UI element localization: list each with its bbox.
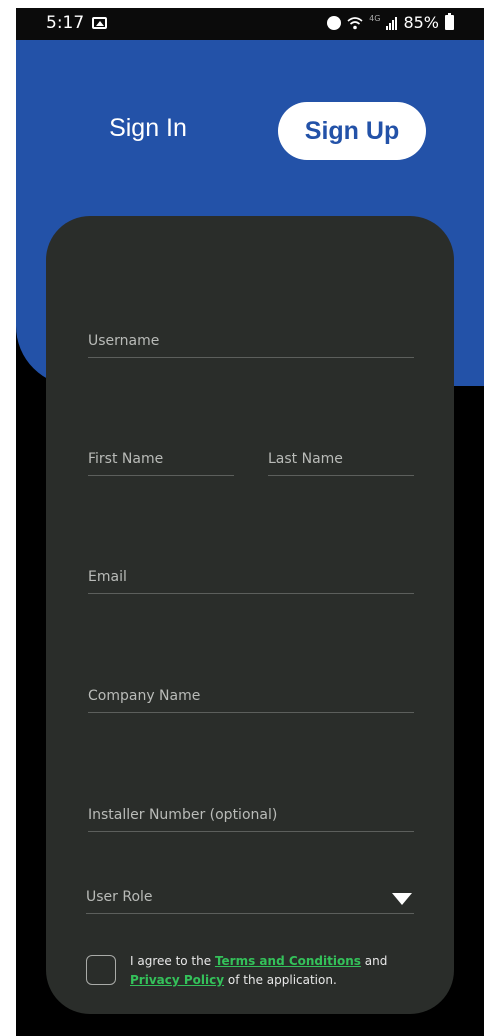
terms-agreement-text: I agree to the Terms and Conditions and … [130, 952, 436, 990]
username-field[interactable]: Username [88, 310, 414, 358]
installer-number-placeholder: Installer Number (optional) [88, 807, 278, 823]
tab-sign-up[interactable]: Sign Up [278, 102, 426, 160]
agree-prefix: I agree to the [130, 954, 215, 968]
status-time: 5:17 [46, 13, 85, 33]
dropdown-arrow-icon[interactable] [392, 893, 412, 905]
status-indicators: 4G 85% [327, 13, 454, 32]
username-placeholder: Username [88, 333, 160, 349]
signal-strength-icon [386, 16, 398, 30]
user-role-select[interactable]: User Role [86, 868, 414, 914]
terms-checkbox[interactable] [86, 955, 116, 985]
agree-suffix: of the application. [224, 973, 337, 987]
terms-link[interactable]: Terms and Conditions [215, 954, 361, 968]
battery-percent: 85% [403, 13, 439, 32]
last-name-field[interactable]: Last Name [268, 428, 414, 476]
first-name-field[interactable]: First Name [88, 428, 234, 476]
tab-sign-in[interactable]: Sign In [100, 114, 196, 143]
first-name-placeholder: First Name [88, 451, 164, 467]
network-type: 4G [369, 14, 381, 23]
email-field[interactable]: Email [88, 546, 414, 594]
agree-and: and [360, 954, 388, 968]
installer-number-field[interactable]: Installer Number (optional) [88, 784, 414, 832]
signup-form-card: Username First Name Last Name Email Comp… [46, 216, 454, 1014]
wifi-icon [347, 16, 363, 29]
phone-screen: 5:17 4G 85% Sign In Sign Up Username Fir… [16, 8, 484, 1036]
email-placeholder: Email [88, 569, 127, 585]
privacy-policy-link[interactable]: Privacy Policy [130, 973, 224, 987]
battery-icon [445, 13, 454, 30]
company-name-field[interactable]: Company Name [88, 665, 414, 713]
company-name-placeholder: Company Name [88, 688, 201, 704]
image-notification-icon [92, 17, 107, 29]
status-bar: 5:17 4G 85% [16, 8, 484, 40]
last-name-placeholder: Last Name [268, 451, 343, 467]
user-role-label: User Role [86, 889, 153, 905]
alarm-icon [327, 15, 342, 30]
